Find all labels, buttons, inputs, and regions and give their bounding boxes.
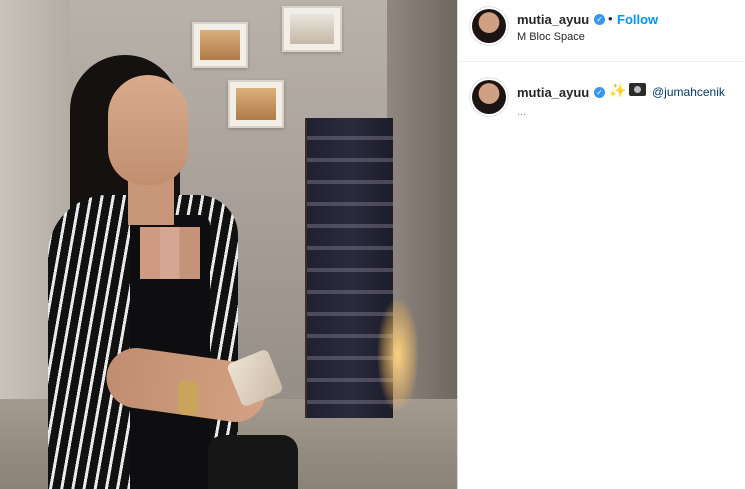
- avatar[interactable]: [472, 9, 506, 43]
- caption-username[interactable]: mutia_ayuu: [517, 85, 589, 100]
- caption-truncated-text: ...: [517, 106, 527, 118]
- post-photo[interactable]: [0, 0, 457, 489]
- censor-blur-patch: [140, 227, 200, 279]
- camera-icon: [629, 83, 646, 96]
- photo-lamp-glow: [378, 300, 418, 410]
- post-caption: mutia_ayuu ✓ ✨ @jumahcenik ...: [458, 62, 745, 142]
- person-bag: [208, 435, 298, 489]
- person-watch: [178, 381, 198, 415]
- photo-wall-frame: [282, 6, 342, 52]
- caption-avatar[interactable]: [472, 80, 506, 114]
- follow-button[interactable]: Follow: [617, 12, 658, 27]
- photo-person: [48, 55, 298, 489]
- frame-art: [290, 14, 334, 44]
- header-username[interactable]: mutia_ayuu: [517, 12, 589, 27]
- post-header: mutia_ayuu ✓ • Follow M Bloc Space: [458, 0, 745, 62]
- instagram-post: mutia_ayuu ✓ • Follow M Bloc Space mutia…: [0, 0, 745, 489]
- verified-badge-icon: ✓: [594, 14, 605, 25]
- sparkle-icon: ✨: [609, 82, 627, 98]
- caption-mention-link[interactable]: @jumahcenik: [652, 85, 725, 99]
- verified-badge-icon: ✓: [594, 87, 605, 98]
- header-separator: •: [608, 11, 613, 26]
- post-side-panel: mutia_ayuu ✓ • Follow M Bloc Space mutia…: [457, 0, 745, 489]
- person-face: [108, 75, 188, 185]
- location-link[interactable]: M Bloc Space: [517, 31, 585, 43]
